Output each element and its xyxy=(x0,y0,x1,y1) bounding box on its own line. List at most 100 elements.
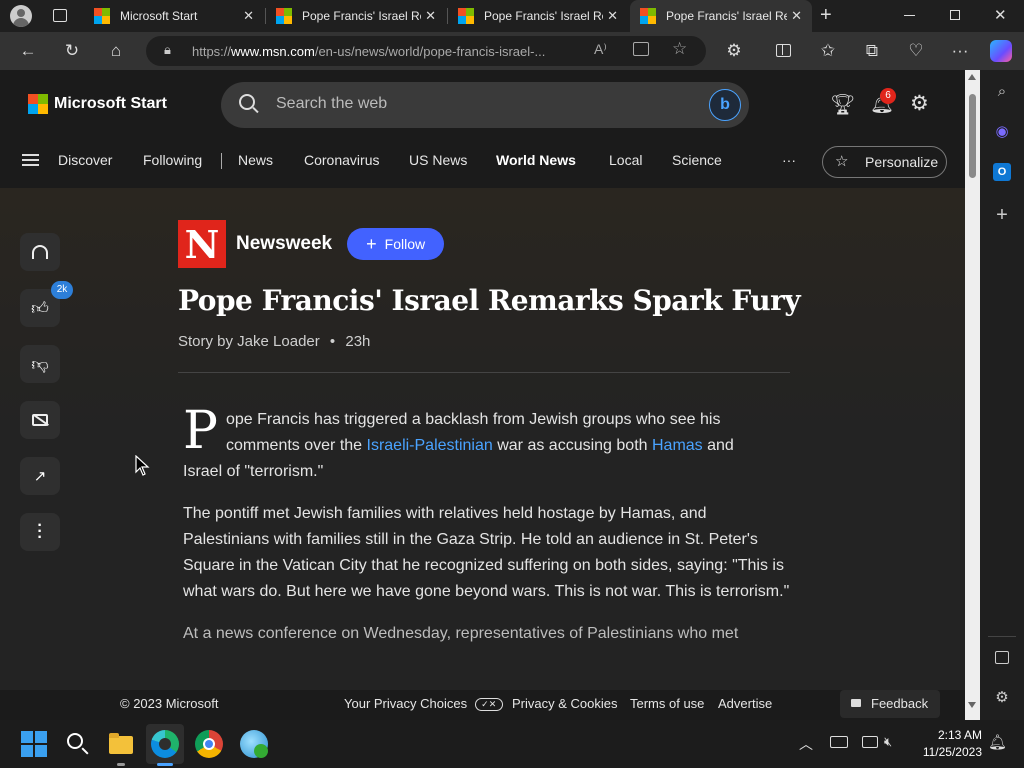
file-explorer-icon[interactable] xyxy=(107,730,135,758)
split-screen-icon[interactable] xyxy=(771,39,795,63)
microsoft-logo-icon xyxy=(458,8,474,24)
feedback-button[interactable]: Feedback xyxy=(840,690,940,718)
collections-icon[interactable]: ⧉ xyxy=(860,39,884,63)
refresh-icon[interactable]: ↻ xyxy=(60,39,84,63)
lock-icon[interactable]: 🔒︎ xyxy=(164,42,171,58)
clock-date[interactable]: 11/25/2023 xyxy=(918,745,982,759)
tab-pope-francis-active[interactable]: Pope Francis' Israel Re ✕ xyxy=(630,0,812,32)
webpage: Microsoft Start Search the web b 🏆︎ 🔔︎ 6… xyxy=(0,70,965,720)
more-options-button[interactable]: · · · xyxy=(20,513,60,551)
profile-avatar[interactable] xyxy=(10,5,32,27)
new-tab-button[interactable]: + xyxy=(820,4,832,27)
minimize-button[interactable] xyxy=(904,15,915,16)
microsoft-start-logo[interactable]: Microsoft Start xyxy=(28,94,167,114)
copilot-icon[interactable] xyxy=(990,40,1012,62)
follow-button[interactable]: + Follow xyxy=(347,228,445,260)
nav-news[interactable]: News xyxy=(238,152,273,168)
nav-world-news[interactable]: World News xyxy=(496,152,576,168)
privacy-cookies-link[interactable]: Privacy & Cookies xyxy=(512,696,617,711)
microsoft-logo-icon xyxy=(94,8,110,24)
close-icon[interactable]: ✕ xyxy=(243,8,254,24)
edge-browser-icon[interactable] xyxy=(151,730,179,758)
byline: Story by Jake Loader • 23h xyxy=(178,333,792,350)
nav-more-icon[interactable]: ··· xyxy=(782,152,796,168)
settings-gear-icon[interactable]: ⚙︎ xyxy=(910,91,929,116)
personalize-button[interactable]: ☆ Personalize xyxy=(822,146,947,178)
privacy-choices-link[interactable]: Your Privacy Choices ✓✕ xyxy=(344,696,503,712)
windows-taskbar: ︿ 🔇︎ 2:13 AM 11/25/2023 🔔︎ xyxy=(0,720,1024,768)
settings-more-icon[interactable]: ··· xyxy=(948,39,972,63)
address-bar[interactable]: 🔒︎ https://www.msn.com/en-us/news/world/… xyxy=(146,36,706,66)
nav-discover[interactable]: Discover xyxy=(58,152,112,168)
notification-center-bell-icon[interactable]: 🔔︎ xyxy=(988,733,1007,751)
feedback-label: Feedback xyxy=(871,696,929,711)
hamburger-menu-icon[interactable] xyxy=(22,154,39,166)
listen-button[interactable] xyxy=(20,233,60,271)
volume-muted-icon[interactable]: 🔇︎ xyxy=(884,734,892,750)
favorites-icon[interactable]: ✩ xyxy=(816,39,840,63)
tab-actions-icon[interactable] xyxy=(53,9,67,22)
nav-us-news[interactable]: US News xyxy=(409,152,467,168)
header-divider xyxy=(178,372,790,373)
scroll-up-arrow-icon[interactable] xyxy=(968,74,976,80)
scroll-down-arrow-icon[interactable] xyxy=(968,702,976,708)
nav-coronavirus[interactable]: Coronavirus xyxy=(304,152,379,168)
advertise-link[interactable]: Advertise xyxy=(718,696,772,711)
newsweek-logo[interactable]: N xyxy=(178,220,226,268)
favorite-star-icon[interactable]: ☆ xyxy=(672,39,687,59)
bing-icon[interactable]: b xyxy=(709,89,741,121)
comments-off-button[interactable] xyxy=(20,401,60,439)
plus-icon: + xyxy=(366,233,377,254)
terms-link[interactable]: Terms of use xyxy=(630,696,704,711)
show-hidden-icons-chevron[interactable]: ︿ xyxy=(799,734,813,754)
hide-sidebar-icon[interactable] xyxy=(990,646,1014,670)
sidebar-settings-icon[interactable]: ⚙︎ xyxy=(990,686,1014,710)
nav-following[interactable]: Following xyxy=(143,152,202,168)
mouse-cursor-icon xyxy=(135,455,150,476)
back-arrow-icon[interactable]: ← xyxy=(16,39,40,63)
paragraph-text: war as accusing both xyxy=(492,437,652,454)
sidebar-search-icon[interactable]: ⌕ xyxy=(990,80,1014,104)
sidebar-add-icon[interactable]: + xyxy=(990,203,1014,227)
like-count-badge: 2k xyxy=(51,281,73,299)
search-box[interactable]: Search the web b xyxy=(221,82,749,128)
app-globe-icon[interactable] xyxy=(240,730,268,758)
nav-science[interactable]: Science xyxy=(672,152,722,168)
close-icon[interactable]: ✕ xyxy=(603,8,618,24)
link-israeli-palestinian[interactable]: Israeli-Palestinian xyxy=(367,437,493,454)
link-hamas[interactable]: Hamas xyxy=(652,437,703,454)
rewards-trophy-icon[interactable]: 🏆︎ xyxy=(830,92,855,117)
paragraph-3: At a news conference on Wednesday, repre… xyxy=(183,625,739,642)
browser-essentials-icon[interactable]: ♡ xyxy=(904,39,928,63)
read-aloud-icon[interactable]: A⁾ xyxy=(594,41,607,58)
search-input[interactable]: Search the web xyxy=(276,95,387,113)
close-icon[interactable]: ✕ xyxy=(787,8,802,24)
taskbar-search-icon[interactable] xyxy=(64,730,92,758)
share-button[interactable]: ↗ xyxy=(20,457,60,495)
tab-pope-francis-2[interactable]: Pope Francis' Israel Re ✕ xyxy=(448,0,628,32)
dislike-button[interactable]: 👎︎ xyxy=(20,345,60,383)
page-scrollbar[interactable] xyxy=(965,70,980,720)
headphones-icon xyxy=(32,245,48,259)
display-icon[interactable] xyxy=(862,736,878,748)
paragraph-1: P ope Francis has triggered a backlash f… xyxy=(178,405,768,485)
url-text[interactable]: https://www.msn.com/en-us/news/world/pop… xyxy=(192,44,545,59)
immersive-reader-icon[interactable] xyxy=(633,42,649,56)
home-icon[interactable]: ⌂ xyxy=(104,39,128,63)
extensions-icon[interactable]: ⚙︎ xyxy=(722,39,746,63)
tab-microsoft-start[interactable]: Microsoft Start ✕ xyxy=(84,0,264,32)
network-icon[interactable] xyxy=(830,736,848,748)
clock-time[interactable]: 2:13 AM xyxy=(934,728,982,742)
tab-pope-francis-1[interactable]: Pope Francis' Israel Re ✕ xyxy=(266,0,446,32)
chrome-icon[interactable] xyxy=(195,730,223,758)
sidebar-outlook-icon[interactable]: O xyxy=(990,160,1014,184)
scrollbar-thumb[interactable] xyxy=(969,94,976,178)
close-window-button[interactable]: ✕ xyxy=(994,6,1007,24)
restore-button[interactable] xyxy=(950,10,960,20)
close-icon[interactable]: ✕ xyxy=(421,8,436,24)
sidebar-copilot-icon[interactable]: ◉ xyxy=(990,120,1014,144)
byline-author[interactable]: Story by Jake Loader xyxy=(178,333,320,350)
publisher-name[interactable]: Newsweek xyxy=(236,233,332,255)
windows-start-icon[interactable] xyxy=(20,730,48,758)
nav-local[interactable]: Local xyxy=(609,152,642,168)
